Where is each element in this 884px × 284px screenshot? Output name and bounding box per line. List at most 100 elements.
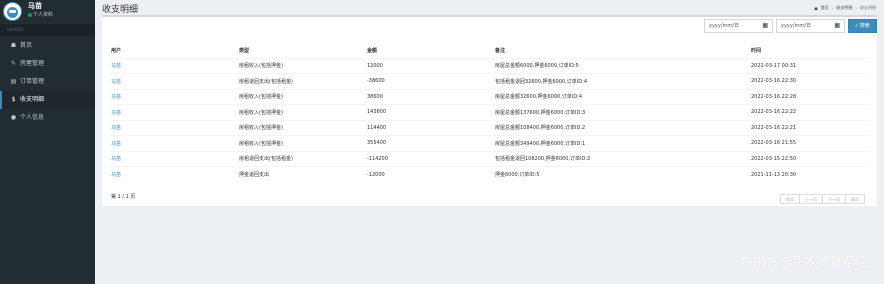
breadcrumb-current: 收支明细 [860, 5, 876, 10]
sidebar-item-profile[interactable]: ● 个人信息 [0, 109, 95, 127]
dollar-icon: $ [11, 96, 16, 103]
user-icon: ● [10, 114, 17, 121]
search-icon: ⌕ [855, 23, 859, 29]
table-row: 马苗 房租收入(包括押金) 143600 房屋总金额137600,押金6000,… [109, 104, 870, 120]
end-date-placeholder: yyyy/mm/日 [781, 23, 811, 29]
breadcrumb: ☗ 首页 › 收支明细 › 收支明细 [814, 5, 876, 11]
table-row: 马苗 房租退回支出(包括租金) -38600 包括租金退回32600,押金600… [109, 73, 870, 89]
breadcrumb-separator: › [855, 5, 857, 11]
cell-remark: 押金6000,订单ID:5 [493, 166, 749, 182]
calendar-icon[interactable]: ▦ [834, 20, 840, 32]
sidebar-item-home[interactable]: ☗ 首页 [0, 37, 95, 55]
pagination: 首页 上一页 下一页 尾页 [780, 194, 865, 204]
sidebar-item-house-management[interactable]: ✎ 房屋管理 [0, 55, 95, 73]
cell-type: 房租收入(包括押金) [237, 119, 365, 136]
breadcrumb-separator: › [831, 5, 834, 11]
column-header-user: 用户 [109, 44, 237, 59]
search-button-label: 搜索 [859, 23, 870, 29]
column-header-time: 时间 [749, 44, 870, 59]
cell-user[interactable]: 马苗 [109, 119, 237, 136]
end-date-input[interactable]: yyyy/mm/日 ▦ [776, 19, 845, 33]
sidebar-item-label: 收支明细 [20, 96, 45, 103]
start-date-input[interactable]: yyyy/mm/日 ▦ [704, 19, 773, 33]
column-header-amount: 金额 [365, 44, 493, 59]
table-row: 马苗 房租收入(包括押金) 38600 房屋总金额32600,押金6000,订单… [109, 88, 870, 105]
online-dot-icon [28, 12, 32, 17]
sidebar-item-label: 订单管理 [20, 78, 45, 85]
cell-time: 2022-03-16 21:55 [749, 135, 870, 151]
cell-amount: -12000 [365, 166, 493, 182]
sidebar-item-label: 房屋管理 [20, 60, 45, 67]
cell-remark: 房屋总金额349400,押金6000,订单ID:1 [493, 135, 749, 151]
cell-user[interactable]: 马苗 [109, 166, 237, 182]
cell-time: 2022-03-16 22:21 [749, 119, 870, 136]
table-row: 马苗 房租退回支出(包括租金) -114200 包括租金退回108200,押金6… [109, 150, 870, 167]
cell-type: 押金退回支出 [237, 166, 365, 182]
prev-page-button[interactable]: 上一页 [799, 194, 823, 204]
cell-remark: 房屋总金额108400,押金6000,订单ID:2 [493, 119, 749, 136]
next-page-button[interactable]: 下一页 [822, 194, 846, 204]
last-page-button[interactable]: 尾页 [845, 194, 865, 204]
user-name: 马苗 [28, 2, 42, 10]
date-filter: yyyy/mm/日 ▦ yyyy/mm/日 ▦ ⌕ 搜索 [704, 19, 877, 33]
cell-time: 2022-03-16 22:28 [749, 88, 870, 105]
cell-amount: 114400 [365, 119, 493, 136]
sidebar-item-label: 个人信息 [20, 114, 45, 121]
dashboard-icon: ☗ [10, 42, 17, 49]
table-row: 马苗 押金退回支出 -12000 押金6000,订单ID:5 2021-11-1… [109, 166, 870, 182]
cell-time: 2022-03-16 22:30 [749, 73, 870, 89]
page-title: 收支明细 [102, 5, 139, 15]
cell-time: 2022-03-15 22:50 [749, 150, 870, 167]
user-panel: 马苗 个人资料 [0, 0, 95, 22]
cell-user[interactable]: 马苗 [109, 135, 237, 151]
transactions-table: 用户 类型 金额 备注 时间 马苗 房租收入(包括押金) 12000 房屋总金额… [109, 44, 870, 182]
main-content: 收支明细 ☗ 首页 › 收支明细 › 收支明细 yyyy/mm/日 ▦ yyyy… [95, 0, 884, 284]
cell-amount: 12000 [365, 57, 493, 74]
cell-amount: -114200 [365, 150, 493, 167]
cell-user[interactable]: 马苗 [109, 57, 237, 74]
cell-remark: 房屋总金额32600,押金6000,订单ID:4 [493, 88, 749, 105]
avatar[interactable] [3, 2, 22, 21]
menu-header: HEADER [0, 24, 95, 36]
cell-remark: 包括租金退回32600,押金6000,订单ID:4 [493, 73, 749, 89]
user-status-label: 个人资料 [33, 12, 54, 18]
watermark: CSDN @张家的鱼摆摆 [741, 255, 867, 269]
cell-time: 2021-11-13 20:30 [749, 166, 870, 182]
cell-type: 房租退回支出(包括租金) [237, 150, 365, 167]
cell-remark: 包括租金退回108200,押金6000,订单ID:2 [493, 150, 749, 167]
cell-type: 房租退回支出(包括租金) [237, 73, 365, 89]
sidebar-item-order-management[interactable]: ▤ 订单管理 [0, 73, 95, 91]
sidebar-item-transactions[interactable]: $ 收支明细 [0, 91, 95, 109]
cell-time: 2022-03-17 00:31 [749, 57, 870, 74]
user-status[interactable]: 个人资料 [28, 11, 53, 18]
cell-remark: 房屋总金额6000,押金6000,订单ID:5 [493, 57, 749, 74]
sidebar-item-label: 首页 [20, 42, 33, 49]
cell-time: 2022-03-16 22:22 [749, 104, 870, 120]
cell-amount: 143600 [365, 104, 493, 120]
first-page-button[interactable]: 首页 [780, 194, 800, 204]
cell-user[interactable]: 马苗 [109, 73, 237, 89]
cell-amount: 38600 [365, 88, 493, 105]
cell-type: 房租收入(包括押金) [237, 104, 365, 120]
search-button[interactable]: ⌕ 搜索 [848, 19, 877, 33]
table-row: 马苗 房租收入(包括押金) 114400 房屋总金额108400,押金6000,… [109, 119, 870, 136]
breadcrumb-parent[interactable]: 收支明细 [836, 5, 852, 11]
column-header-type: 类型 [237, 44, 365, 59]
breadcrumb-home[interactable]: 首页 [821, 5, 829, 11]
cell-amount: -38600 [365, 73, 493, 89]
home-icon: ☗ [814, 5, 818, 11]
cell-type: 房租收入(包括押金) [237, 57, 365, 74]
cell-type: 房租收入(包括押金) [237, 88, 365, 105]
calendar-icon[interactable]: ▦ [762, 20, 768, 32]
cell-type: 房租收入(包括押金) [237, 135, 365, 151]
avatar-eyes-icon [9, 10, 16, 13]
cell-user[interactable]: 马苗 [109, 150, 237, 167]
table-row: 马苗 房租收入(包括押金) 12000 房屋总金额6000,押金6000,订单I… [109, 57, 870, 74]
cell-amount: 355400 [365, 135, 493, 151]
table-row: 马苗 房租收入(包括押金) 355400 房屋总金额349400,押金6000,… [109, 135, 870, 151]
pagination-info: 第 1 / 1 页 [111, 194, 136, 200]
transactions-box: yyyy/mm/日 ▦ yyyy/mm/日 ▦ ⌕ 搜索 用户 类型 金额 备注… [102, 15, 877, 206]
start-date-placeholder: yyyy/mm/日 [709, 23, 739, 29]
cell-user[interactable]: 马苗 [109, 104, 237, 120]
cell-user[interactable]: 马苗 [109, 88, 237, 105]
